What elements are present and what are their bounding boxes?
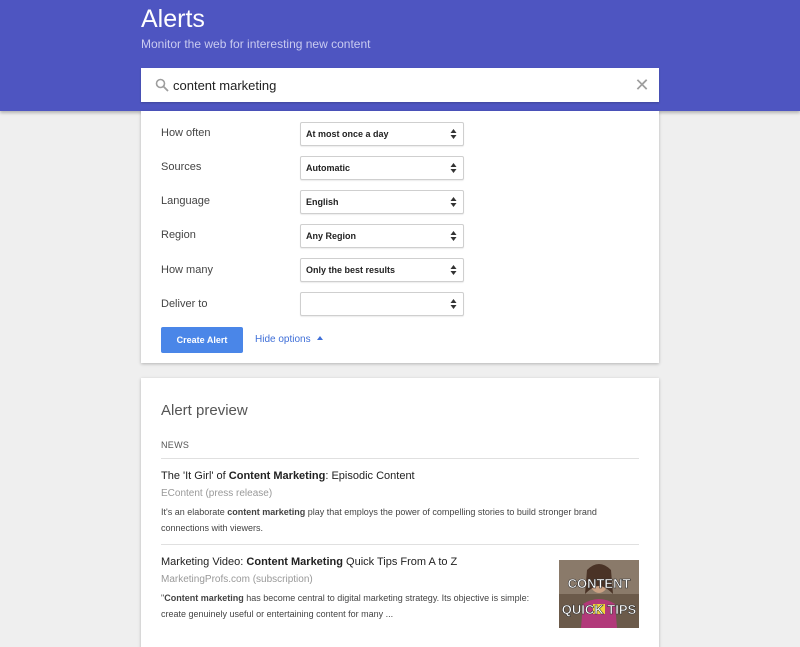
preview-title: Alert preview xyxy=(161,402,248,419)
news-item-source: MarketingProfs.com (subscription) xyxy=(161,574,313,585)
snippet-text: It's an elaborate xyxy=(161,507,228,517)
news-item-source: EContent (press release) xyxy=(161,488,273,499)
how-often-label: How often xyxy=(161,127,211,139)
language-label: Language xyxy=(161,195,210,207)
caret-up-icon xyxy=(316,336,323,340)
how-many-value: Only the best results xyxy=(306,265,396,275)
sources-label: Sources xyxy=(161,161,202,173)
divider xyxy=(161,544,639,545)
alert-preview-panel: Alert preview NEWS The 'It Girl' of Cont… xyxy=(141,378,659,647)
sources-select[interactable]: Automatic xyxy=(300,156,464,180)
select-arrows-icon xyxy=(450,163,457,173)
title-text: Quick Tips From A to Z xyxy=(342,556,458,568)
news-item-title[interactable]: Marketing Video: Content Marketing Quick… xyxy=(161,556,457,568)
news-item-snippet: It's an elaborate content marketing play… xyxy=(161,504,639,536)
region-select[interactable]: Any Region xyxy=(300,224,464,248)
title-text: : Episodic Content xyxy=(325,470,415,482)
page-title: Alerts xyxy=(141,5,205,33)
title-text: Marketing Video: xyxy=(161,556,247,568)
how-often-value: At most once a day xyxy=(306,129,389,139)
region-value: Any Region xyxy=(306,231,357,241)
how-many-label: How many xyxy=(161,264,213,276)
options-panel: How often At most once a day Sources Aut… xyxy=(141,111,659,363)
hide-options-label: Hide options xyxy=(255,334,311,345)
video-thumbnail[interactable]: CONTENT QUICK TIPS xyxy=(559,560,639,628)
page-subtitle: Monitor the web for interesting new cont… xyxy=(141,37,371,51)
hide-options-link[interactable]: Hide options xyxy=(255,334,323,345)
title-keyword: Content Marketing xyxy=(246,556,343,568)
how-many-select[interactable]: Only the best results xyxy=(300,258,464,282)
divider xyxy=(161,458,639,459)
thumbnail-text: QUICK TIPS xyxy=(562,602,637,617)
news-section-label: NEWS xyxy=(161,440,190,450)
select-arrows-icon xyxy=(450,197,457,207)
thumbnail-text: CONTENT xyxy=(568,576,631,591)
select-arrows-icon xyxy=(450,129,457,139)
deliver-to-label: Deliver to xyxy=(161,298,208,310)
news-item-title[interactable]: The 'It Girl' of Content Marketing: Epis… xyxy=(161,470,415,482)
search-icon xyxy=(155,78,169,92)
sources-value: Automatic xyxy=(306,163,351,173)
title-text: The 'It Girl' of xyxy=(161,470,229,482)
how-often-select[interactable]: At most once a day xyxy=(300,122,464,146)
close-icon[interactable]: ✕ xyxy=(631,74,653,96)
select-arrows-icon xyxy=(450,299,457,309)
deliver-to-select[interactable] xyxy=(300,292,464,316)
language-select[interactable]: English xyxy=(300,190,464,214)
select-arrows-icon xyxy=(450,265,457,275)
search-box: ✕ xyxy=(141,68,659,102)
language-value: English xyxy=(306,197,339,207)
news-item-snippet: "Content marketing has become central to… xyxy=(161,590,541,622)
snippet-keyword: Content marketing xyxy=(164,593,244,603)
region-label: Region xyxy=(161,229,196,241)
create-alert-button[interactable]: Create Alert xyxy=(161,327,243,353)
search-input[interactable] xyxy=(173,72,633,98)
title-keyword: Content Marketing xyxy=(228,470,326,482)
select-arrows-icon xyxy=(450,231,457,241)
snippet-keyword: content marketing xyxy=(227,507,306,517)
